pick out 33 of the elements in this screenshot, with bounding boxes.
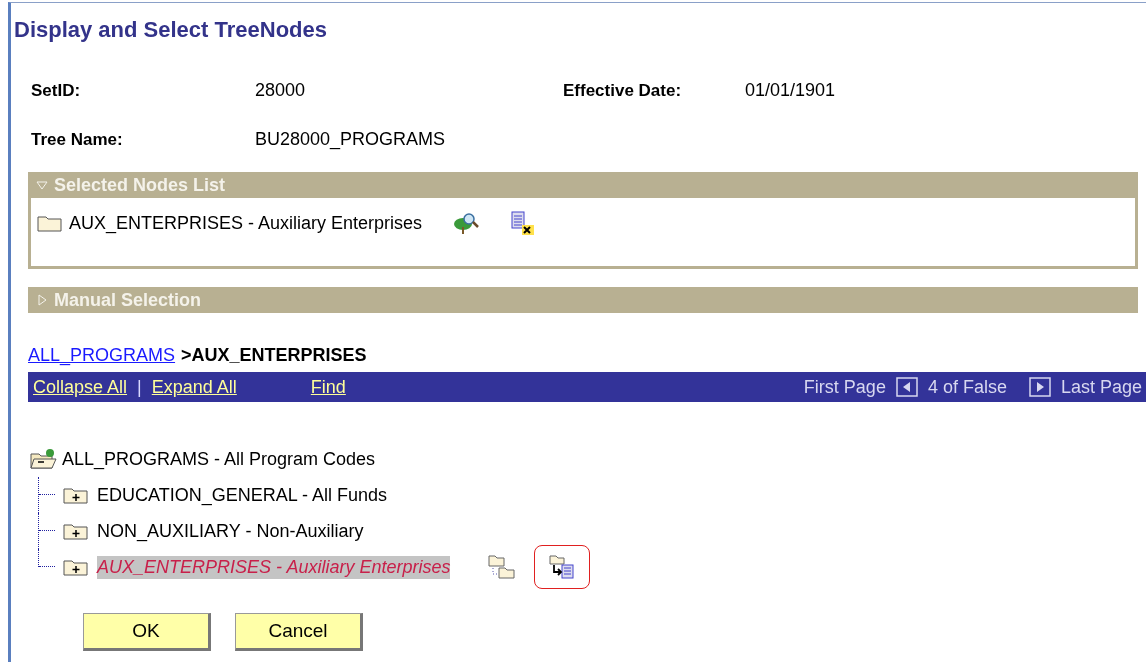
folder-icon — [37, 214, 63, 232]
field-value: 28000 — [255, 80, 307, 101]
field-label: Tree Name: — [31, 129, 124, 150]
next-page-icon[interactable] — [1028, 377, 1051, 397]
remove-list-icon[interactable] — [510, 210, 537, 236]
find-link[interactable]: Find — [310, 376, 346, 398]
page-counter: 4 of False — [927, 376, 1007, 398]
expand-folder-icon[interactable] — [63, 558, 89, 576]
section-title: Selected Nodes List — [54, 174, 226, 196]
open-folder-icon — [30, 448, 58, 470]
field-value: BU28000_PROGRAMS — [255, 129, 447, 150]
collapse-all-link[interactable]: Collapse All — [33, 376, 128, 398]
tree-root-label[interactable]: ALL_PROGRAMS - All Program Codes — [62, 448, 376, 470]
tree-node-label[interactable]: EDUCATION_GENERAL - All Funds — [97, 483, 388, 507]
field-label: Effective Date: — [563, 80, 683, 101]
previous-page-icon[interactable] — [895, 377, 918, 397]
link-separator: | — [137, 376, 142, 398]
expand-all-link[interactable]: Expand All — [151, 376, 237, 398]
last-page-label: Last Page — [1060, 376, 1142, 398]
node-label: AUX_ENTERPRISES - Auxiliary Enterprises — [69, 212, 423, 234]
breadcrumb-current: >AUX_ENTERPRISES — [181, 345, 367, 366]
section-title: Manual Selection — [54, 289, 202, 311]
tree-node-label[interactable]: NON_AUXILIARY - Non-Auxiliary — [97, 519, 364, 543]
expand-folder-icon[interactable] — [63, 522, 89, 540]
first-page-label: First Page — [803, 376, 886, 398]
ok-button[interactable]: OK — [83, 613, 211, 651]
page-title: Display and Select TreeNodes — [14, 16, 329, 44]
add-to-list-icon[interactable] — [549, 554, 576, 580]
breadcrumb-link[interactable]: ALL_PROGRAMS — [28, 345, 176, 366]
cancel-button[interactable]: Cancel — [235, 613, 363, 651]
expand-folder-icon[interactable] — [63, 486, 89, 504]
field-value: 01/01/1901 — [745, 80, 837, 101]
field-label: SetID: — [31, 80, 82, 101]
